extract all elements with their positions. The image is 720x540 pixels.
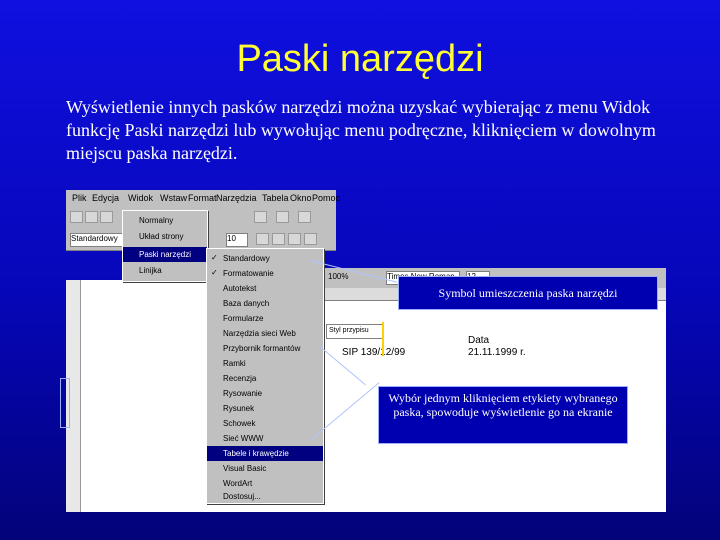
menu-wstaw[interactable]: Wstaw	[160, 193, 187, 203]
submenu-item[interactable]: Standardowy	[207, 251, 323, 266]
doc-cell-2: Data	[468, 335, 490, 346]
menu-narzedzia[interactable]: Narzędzia	[216, 193, 257, 203]
align-icon[interactable]	[304, 233, 317, 245]
submenu-item-highlighted[interactable]: Tabele i krawędzie	[207, 446, 323, 461]
slide-title: Paski narzędzi	[236, 38, 484, 80]
style-box[interactable]: Standardowy	[70, 233, 126, 247]
font-size-box[interactable]: 10	[226, 233, 248, 247]
bold-icon[interactable]	[256, 233, 269, 245]
toolbars-submenu: Standardowy Formatowanie Autotekst Baza …	[206, 248, 324, 504]
check-icon: ✓	[211, 253, 218, 262]
slide-body-text: Wyświetlenie innych pasków narzędzi możn…	[66, 97, 656, 163]
submenu-item[interactable]: Narzędzia sieci Web	[207, 326, 323, 341]
menu-item-linijka[interactable]: Linijka	[123, 263, 207, 278]
new-icon[interactable]	[70, 211, 83, 223]
note-toolbar-symbol: Symbol umieszczenia paska narzędzi	[398, 276, 658, 310]
style-dropdown[interactable]: Styl przypisu	[326, 324, 384, 339]
note-left-box	[60, 378, 70, 428]
submenu-item[interactable]: Dostosuj...	[207, 489, 323, 504]
submenu-item[interactable]: Formularze	[207, 311, 323, 326]
submenu-item[interactable]: Recenzja	[207, 371, 323, 386]
redo-icon[interactable]	[298, 211, 311, 223]
submenu-item[interactable]: Baza danych	[207, 296, 323, 311]
submenu-item[interactable]: Formatowanie	[207, 266, 323, 281]
submenu-item[interactable]: Schowek	[207, 416, 323, 431]
menu-item-normalny[interactable]: Normalny	[123, 213, 207, 228]
menu-pomoc[interactable]: Pomoc	[312, 193, 340, 203]
submenu-item[interactable]: Rysunek	[207, 401, 323, 416]
widok-menu: Normalny Układ strony Paski narzędzi Lin…	[122, 210, 208, 282]
check-icon: ✓	[211, 268, 218, 277]
italic-icon[interactable]	[272, 233, 285, 245]
submenu-item[interactable]: Przybornik formantów	[207, 341, 323, 356]
menu-item-paski-narzedzi[interactable]: Paski narzędzi	[123, 247, 207, 262]
menu-widok[interactable]: Widok	[128, 193, 153, 203]
menu-item-uklad-strony[interactable]: Układ strony	[123, 229, 207, 244]
submenu-item[interactable]: Autotekst	[207, 281, 323, 296]
menu-bar: Plik Edycja Widok Wstaw Format Narzędzia…	[66, 190, 340, 208]
underline-icon[interactable]	[288, 233, 301, 245]
doc-cell-3: 21.11.1999 r.	[468, 347, 526, 358]
submenu-item[interactable]: Visual Basic	[207, 461, 323, 476]
note-click-label: Wybór jednym kliknięciem etykiety wybran…	[378, 386, 628, 444]
menu-tabela[interactable]: Tabela	[262, 193, 289, 203]
submenu-item[interactable]: Ramki	[207, 356, 323, 371]
undo-icon[interactable]	[276, 211, 289, 223]
menu-plik[interactable]: Plik	[72, 193, 87, 203]
format-painter-icon[interactable]	[254, 211, 267, 223]
menu-edycja[interactable]: Edycja	[92, 193, 119, 203]
submenu-item[interactable]: Sieć WWW	[207, 431, 323, 446]
open-icon[interactable]	[85, 211, 98, 223]
menu-okno[interactable]: Okno	[290, 193, 312, 203]
style-dropdown-value: Styl przypisu	[329, 327, 369, 334]
submenu-item[interactable]: Rysowanie	[207, 386, 323, 401]
doc-cell-1: SIP 139/12/99	[342, 347, 406, 358]
save-icon[interactable]	[100, 211, 113, 223]
menu-format[interactable]: Format	[188, 193, 217, 203]
zoom-box[interactable]: 100%	[328, 272, 348, 281]
toolbar-position-marker	[382, 322, 384, 356]
word-screenshot: 100% Times New Roman 12 SIP 139/12/99 Da…	[66, 190, 666, 512]
